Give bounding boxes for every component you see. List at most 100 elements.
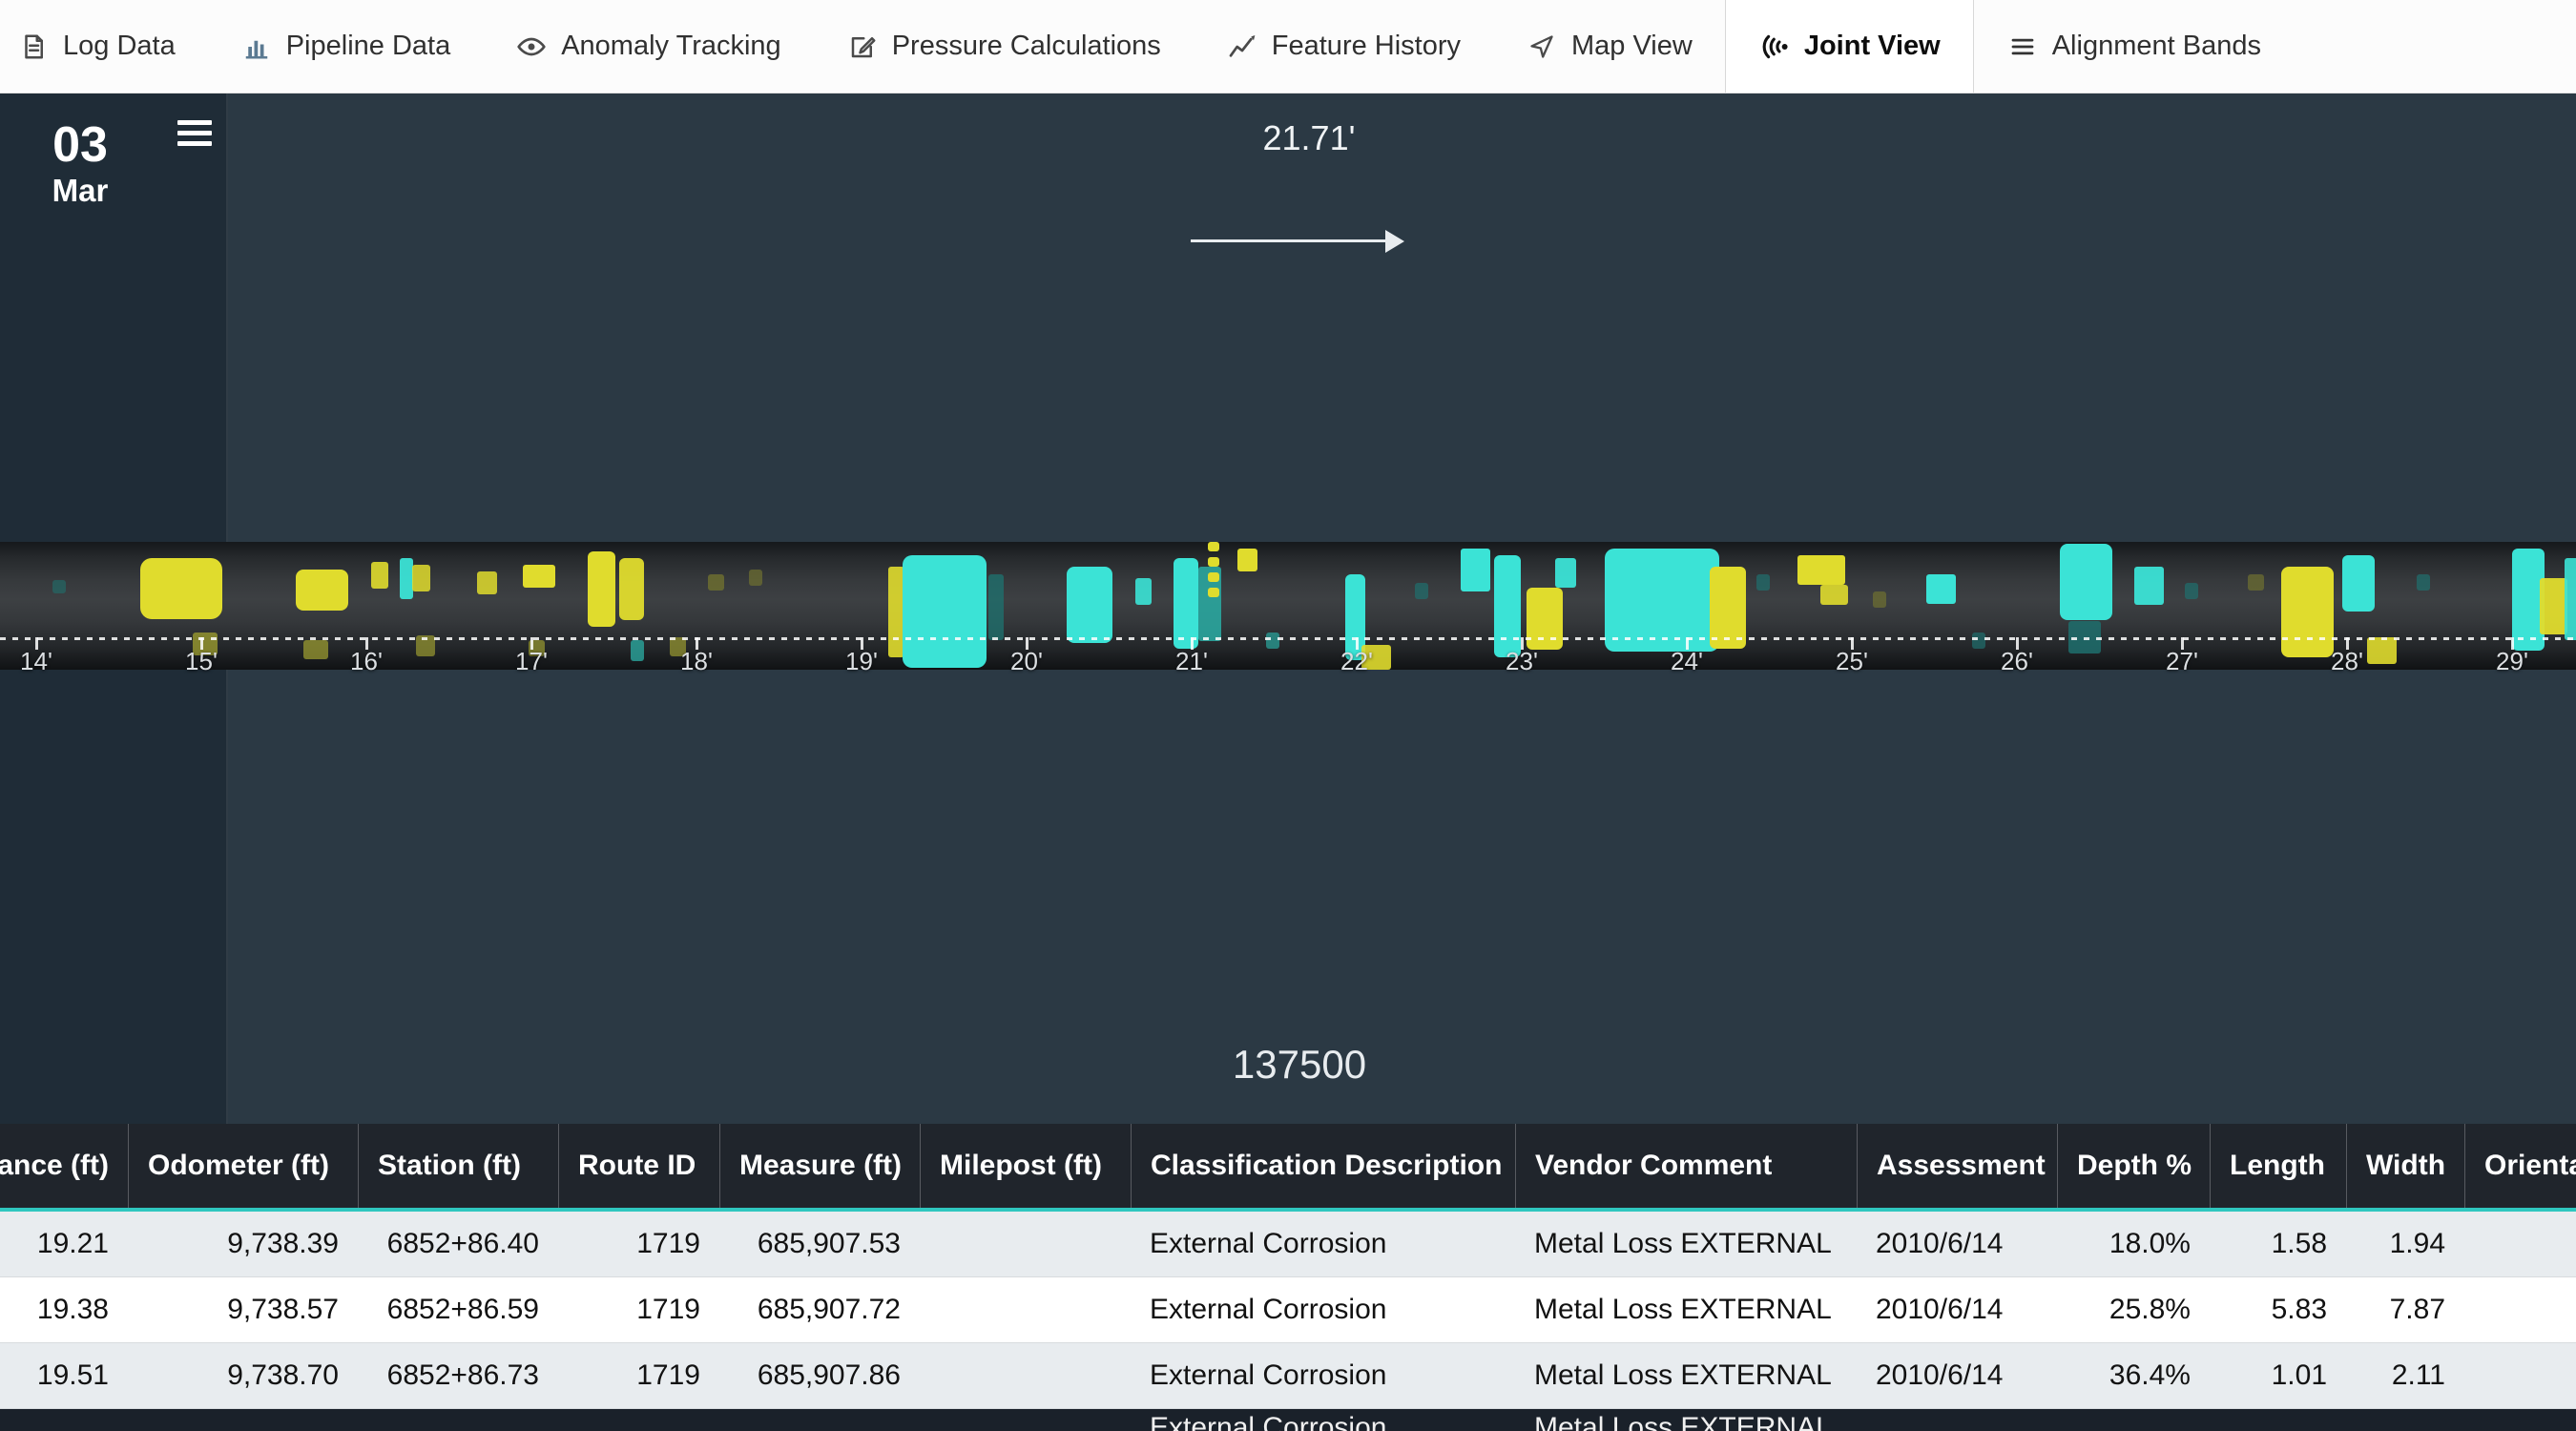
anomaly-patch[interactable] [1461, 549, 1490, 591]
cell-width: 1.94 [2346, 1212, 2464, 1276]
anomaly-patch[interactable] [523, 565, 555, 588]
anomaly-patch[interactable] [2367, 637, 2397, 664]
column-header-vendor-comment[interactable]: Vendor Comment [1515, 1124, 1857, 1208]
column-header-measure-ft[interactable]: Measure (ft) [719, 1124, 920, 1208]
anomaly-patch[interactable] [2565, 558, 2576, 640]
anomaly-patch[interactable] [588, 551, 615, 627]
anomaly-patch[interactable] [708, 574, 724, 591]
hamburger-icon[interactable] [177, 120, 212, 149]
tab-map-view[interactable]: Map View [1493, 0, 1725, 93]
anomaly-patch[interactable] [400, 558, 413, 599]
ruler-label: 17' [515, 647, 548, 676]
cell-length: 1.01 [2210, 1343, 2346, 1408]
table-row[interactable]: 19.219,738.396852+86.401719685,907.53Ext… [0, 1212, 2576, 1277]
column-header-depth[interactable]: Depth % [2057, 1124, 2210, 1208]
ruler-label: 14' [20, 647, 52, 676]
tab-anomaly-tracking[interactable]: Anomaly Tracking [483, 0, 814, 93]
anomaly-patch[interactable] [1527, 588, 1563, 650]
cell-odometer-ft: 9,738.70 [128, 1343, 358, 1408]
column-header-assessment[interactable]: Assessment [1857, 1124, 2057, 1208]
anomaly-patch[interactable] [631, 640, 644, 661]
anomaly-patch[interactable] [2134, 567, 2164, 605]
anomaly-patch[interactable] [1756, 574, 1770, 591]
anomaly-patch[interactable] [1972, 633, 1985, 649]
tab-alignment-bands[interactable]: Alignment Bands [1974, 0, 2294, 93]
cell-measure-ft: 685,907.86 [719, 1343, 920, 1408]
joint-length-label: 21.71' [1263, 118, 1356, 158]
anomaly-patch[interactable] [1605, 549, 1719, 652]
column-header-orientation[interactable]: Orientation [2464, 1124, 2576, 1208]
anomaly-patch[interactable] [1820, 585, 1848, 605]
anomaly-patch[interactable] [1797, 555, 1845, 585]
anomaly-patch[interactable] [1135, 578, 1152, 605]
anomaly-patch[interactable] [1873, 591, 1886, 608]
anomaly-patch[interactable] [888, 567, 904, 657]
column-header-classification-description[interactable]: Classification Description [1131, 1124, 1515, 1208]
cell-classification-description: External Corrosion [1131, 1409, 1515, 1431]
anomaly-patch[interactable] [303, 640, 328, 659]
anomaly-patch[interactable] [2417, 574, 2430, 591]
cell-depth [2057, 1409, 2210, 1431]
tab-label: Map View [1571, 31, 1693, 62]
tab-log-data[interactable]: Log Data [0, 0, 208, 93]
tab-feature-history[interactable]: Feature History [1194, 0, 1493, 93]
anomaly-patch[interactable] [371, 562, 388, 589]
anomaly-patch[interactable] [412, 565, 430, 591]
cell-route-id [558, 1409, 719, 1431]
anomaly-patch[interactable] [140, 558, 222, 619]
anomaly-patch[interactable] [749, 570, 762, 586]
cell-odometer-ft: 9,738.57 [128, 1277, 358, 1342]
anomaly-patch[interactable] [1415, 583, 1428, 599]
ruler-label: 24' [1671, 647, 1703, 676]
anomaly-patch[interactable] [2540, 578, 2567, 634]
anomaly-patch[interactable] [1174, 558, 1198, 649]
column-header-milepost-ft[interactable]: Milepost (ft) [920, 1124, 1131, 1208]
ruler-label: 25' [1836, 647, 1868, 676]
tab-pressure-calculations[interactable]: Pressure Calculations [814, 0, 1194, 93]
anomaly-patch[interactable] [2248, 574, 2264, 591]
tab-joint-view[interactable]: Joint View [1725, 0, 1974, 93]
anomaly-patch[interactable] [52, 580, 66, 593]
column-header-width[interactable]: Width [2346, 1124, 2464, 1208]
odometer-position-label: 137500 [1233, 1042, 1366, 1088]
anomaly-patch[interactable] [2281, 567, 2334, 657]
cell-orientation [2464, 1277, 2576, 1342]
nav-arrow-icon [1526, 31, 1558, 63]
tab-pipeline-data[interactable]: Pipeline Data [208, 0, 484, 93]
column-header-length[interactable]: Length [2210, 1124, 2346, 1208]
table-row-partial[interactable]: External CorrosionMetal Loss EXTERNAL [0, 1409, 2576, 1431]
column-header-odometer-ft[interactable]: Odometer (ft) [128, 1124, 358, 1208]
cell-route-id: 1719 [558, 1343, 719, 1408]
cell-orientation [2464, 1343, 2576, 1408]
anomaly-patch[interactable] [1494, 555, 1521, 657]
anomaly-patch[interactable] [1555, 558, 1576, 588]
anomaly-patch[interactable] [1237, 549, 1257, 571]
ruler-label: 21' [1175, 647, 1208, 676]
column-header-distance-ft[interactable]: Distance (ft) [0, 1124, 128, 1208]
anomaly-patch[interactable] [1067, 567, 1112, 643]
pipeline-3d-render[interactable]: 14'15'16'17'18'19'20'21'22'23'24'25'26'2… [0, 542, 2576, 670]
anomaly-patch[interactable] [1266, 633, 1279, 649]
anomaly-patch[interactable] [1208, 557, 1219, 567]
anomaly-patch[interactable] [1208, 572, 1219, 582]
anomaly-patch[interactable] [988, 574, 1004, 640]
cell-orientation [2464, 1212, 2576, 1276]
ruler-label: 20' [1010, 647, 1043, 676]
anomaly-patch[interactable] [477, 571, 497, 594]
anomaly-patch[interactable] [903, 555, 987, 668]
anomaly-patch[interactable] [296, 570, 348, 611]
table-row[interactable]: 19.519,738.706852+86.731719685,907.86Ext… [0, 1343, 2576, 1409]
anomaly-patch[interactable] [619, 558, 644, 620]
ruler-label: 15' [185, 647, 218, 676]
joint-view-canvas[interactable]: 03 Mar 21.71' 14'15'16'17'18'19'20'21'22… [0, 93, 2576, 1124]
column-header-route-id[interactable]: Route ID [558, 1124, 719, 1208]
anomaly-patch[interactable] [1926, 574, 1956, 604]
anomaly-patch[interactable] [1208, 542, 1219, 551]
column-header-station-ft[interactable]: Station (ft) [358, 1124, 558, 1208]
anomaly-patch[interactable] [2060, 544, 2112, 620]
anomaly-patch[interactable] [2185, 583, 2198, 599]
anomaly-patch[interactable] [2342, 555, 2375, 612]
cell-vendor-comment: Metal Loss EXTERNAL [1515, 1212, 1857, 1276]
anomaly-patch[interactable] [1208, 588, 1219, 597]
table-row[interactable]: 19.389,738.576852+86.591719685,907.72Ext… [0, 1277, 2576, 1343]
